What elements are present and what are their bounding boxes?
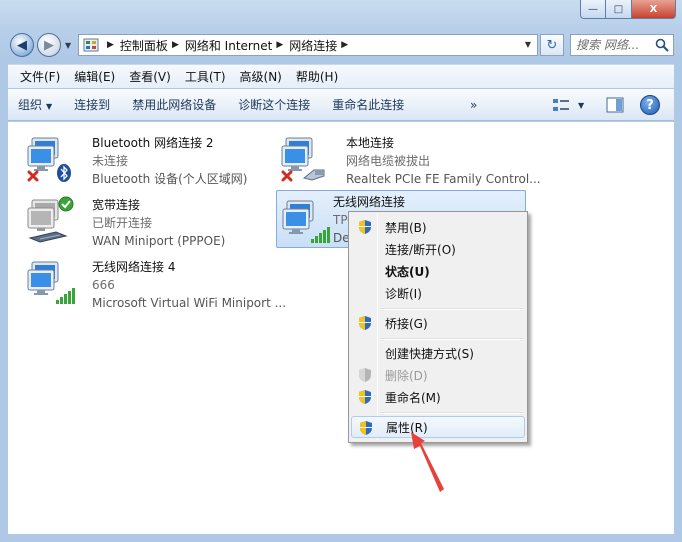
connection-device: Microsoft Virtual WiFi Miniport ... [92, 296, 287, 310]
breadcrumb-separator-icon[interactable]: ▶ [276, 40, 283, 50]
close-button[interactable]: X [632, 0, 676, 19]
address-row: ◀ ▶ ▼ ▶ 控制面板 ▶ 网络和 Internet ▶ 网络连接 ▶ ▼ ↻ [8, 31, 674, 59]
window-frame: — □ X ◀ ▶ ▼ ▶ 控制面板 ▶ 网络和 Internet ▶ 网络连接… [0, 0, 682, 542]
menu-item-bridge[interactable]: 桥接(G) [351, 312, 525, 334]
ethernet-unplugged-icon [281, 137, 325, 182]
connection-name: 无线网络连接 4 [92, 260, 176, 274]
refresh-icon: ↻ [546, 37, 558, 53]
forward-arrow-icon: ▶ [44, 37, 54, 53]
menu-item-label: 诊断(I) [385, 286, 422, 301]
chevron-down-icon: ▼ [46, 102, 53, 111]
menu-item-label: 禁用(B) [385, 220, 427, 235]
menu-separator [381, 308, 523, 310]
list-item-bluetooth-connection[interactable]: Bluetooth 网络连接 2 未连接 Bluetooth 设备(个人区域网) [20, 126, 250, 186]
menu-item-delete: 删除(D) [351, 364, 525, 386]
list-item-broadband-connection[interactable]: 宽带连接 已断开连接 WAN Miniport (PPPOE) [20, 188, 250, 248]
forward-button[interactable]: ▶ [37, 33, 61, 57]
address-history-dropdown-icon[interactable]: ▼ [525, 40, 531, 49]
disable-device-button[interactable]: 禁用此网络设备 [132, 96, 216, 113]
connection-device: WAN Miniport (PPPOE) [92, 234, 226, 248]
menu-item-label: 创建快捷方式(S) [385, 346, 474, 361]
menu-item-disable[interactable]: 禁用(B) [351, 216, 525, 238]
menu-item-label: 重命名(M) [385, 390, 441, 405]
minimize-button[interactable]: — [580, 0, 606, 19]
back-button[interactable]: ◀ [10, 33, 34, 57]
search-icon[interactable] [655, 38, 669, 52]
menu-item-create-shortcut[interactable]: 创建快捷方式(S) [351, 342, 525, 364]
connection-name: 无线网络连接 [333, 195, 406, 209]
search-box[interactable] [570, 34, 674, 56]
wireless-network-icon [282, 200, 330, 243]
recent-pages-dropdown-icon[interactable]: ▼ [65, 41, 71, 50]
connection-name: Bluetooth 网络连接 2 [92, 136, 214, 150]
connection-name: 宽带连接 [92, 198, 141, 212]
uac-shield-icon [360, 421, 372, 435]
menu-item-label: 连接/断开(O) [385, 242, 456, 257]
connect-to-button[interactable]: 连接到 [74, 96, 110, 113]
caption-buttons: — □ X [580, 0, 676, 20]
connection-device: Bluetooth 设备(个人区域网) [92, 172, 248, 186]
context-menu: 禁用(B) 连接/断开(O) 状态(U) 诊断(I) 桥接(G) 创建快捷方式(… [348, 211, 528, 443]
connection-name: 本地连接 [346, 136, 395, 150]
control-panel-icon [83, 38, 99, 52]
bluetooth-network-icon [27, 137, 71, 182]
menu-advanced[interactable]: 高级(N) [240, 68, 282, 85]
menu-edit[interactable]: 编辑(E) [74, 68, 115, 85]
virtual-wifi-icon [27, 261, 75, 304]
change-view-button[interactable]: ▼ [552, 96, 590, 114]
uac-shield-icon [359, 316, 371, 330]
connection-status: 未连接 [92, 154, 129, 168]
refresh-button[interactable]: ↻ [540, 34, 564, 56]
help-button[interactable]: ? [640, 95, 660, 115]
back-arrow-icon: ◀ [17, 37, 27, 53]
list-item-wireless-connection-4[interactable]: 无线网络连接 4 666 Microsoft Virtual WiFi Mini… [20, 250, 286, 310]
view-options-icon [553, 99, 569, 111]
menu-view[interactable]: 查看(V) [129, 68, 171, 85]
menu-item-label: 删除(D) [385, 368, 428, 383]
menu-item-properties[interactable]: 属性(R) [351, 416, 525, 438]
chevron-down-icon: ▼ [578, 100, 585, 110]
connection-status: 666 [92, 278, 115, 292]
menu-item-diagnose[interactable]: 诊断(I) [351, 282, 525, 304]
uac-shield-icon [359, 220, 371, 234]
command-bar: 组织 ▼ 连接到 禁用此网络设备 诊断这个连接 重命名此连接 » ▼ ? [8, 89, 674, 121]
list-item-local-connection[interactable]: 本地连接 网络电缆被拔出 Realtek PCIe FE Family Cont… [274, 126, 541, 186]
menu-bar: 文件(F) 编辑(E) 查看(V) 工具(T) 高级(N) 帮助(H) [8, 64, 674, 88]
search-input[interactable] [576, 38, 646, 52]
uac-shield-icon [359, 368, 371, 382]
rename-button[interactable]: 重命名此连接 [332, 96, 404, 113]
menu-separator [381, 338, 523, 340]
more-commands-button[interactable]: » [470, 98, 477, 112]
breadcrumb-separator-icon[interactable]: ▶ [341, 40, 348, 50]
connection-device: Realtek PCIe FE Family Control... [346, 172, 541, 186]
menu-item-label: 属性(R) [386, 420, 428, 435]
breadcrumb-network-connections[interactable]: 网络连接 [289, 37, 337, 54]
menu-item-rename[interactable]: 重命名(M) [351, 386, 525, 408]
menu-item-label: 状态(U) [385, 264, 430, 279]
organize-button[interactable]: 组织 ▼ [18, 96, 52, 113]
breadcrumb-network-internet[interactable]: 网络和 Internet [185, 37, 272, 54]
breadcrumb-separator-icon: ▶ [107, 40, 114, 50]
menu-help[interactable]: 帮助(H) [296, 68, 338, 85]
menu-tools[interactable]: 工具(T) [185, 68, 226, 85]
connection-status: 网络电缆被拔出 [346, 154, 431, 168]
broadband-icon [27, 196, 74, 243]
menu-item-label: 桥接(G) [385, 316, 428, 331]
connections-list: Bluetooth 网络连接 2 未连接 Bluetooth 设备(个人区域网)… [8, 122, 674, 534]
uac-shield-icon [359, 390, 371, 404]
address-bar[interactable]: ▶ 控制面板 ▶ 网络和 Internet ▶ 网络连接 ▶ ▼ [78, 34, 538, 56]
help-icon: ? [646, 97, 654, 113]
preview-pane-icon[interactable] [606, 97, 624, 113]
menu-file[interactable]: 文件(F) [20, 68, 60, 85]
organize-label: 组织 [18, 98, 43, 112]
breadcrumb-separator-icon[interactable]: ▶ [172, 40, 179, 50]
menu-separator [381, 412, 523, 414]
menu-item-connect-disconnect[interactable]: 连接/断开(O) [351, 238, 525, 260]
connection-status: 已断开连接 [92, 216, 153, 230]
diagnose-button[interactable]: 诊断这个连接 [238, 96, 310, 113]
menu-item-status[interactable]: 状态(U) [351, 260, 525, 282]
breadcrumb-control-panel[interactable]: 控制面板 [120, 37, 168, 54]
maximize-button[interactable]: □ [606, 0, 632, 19]
